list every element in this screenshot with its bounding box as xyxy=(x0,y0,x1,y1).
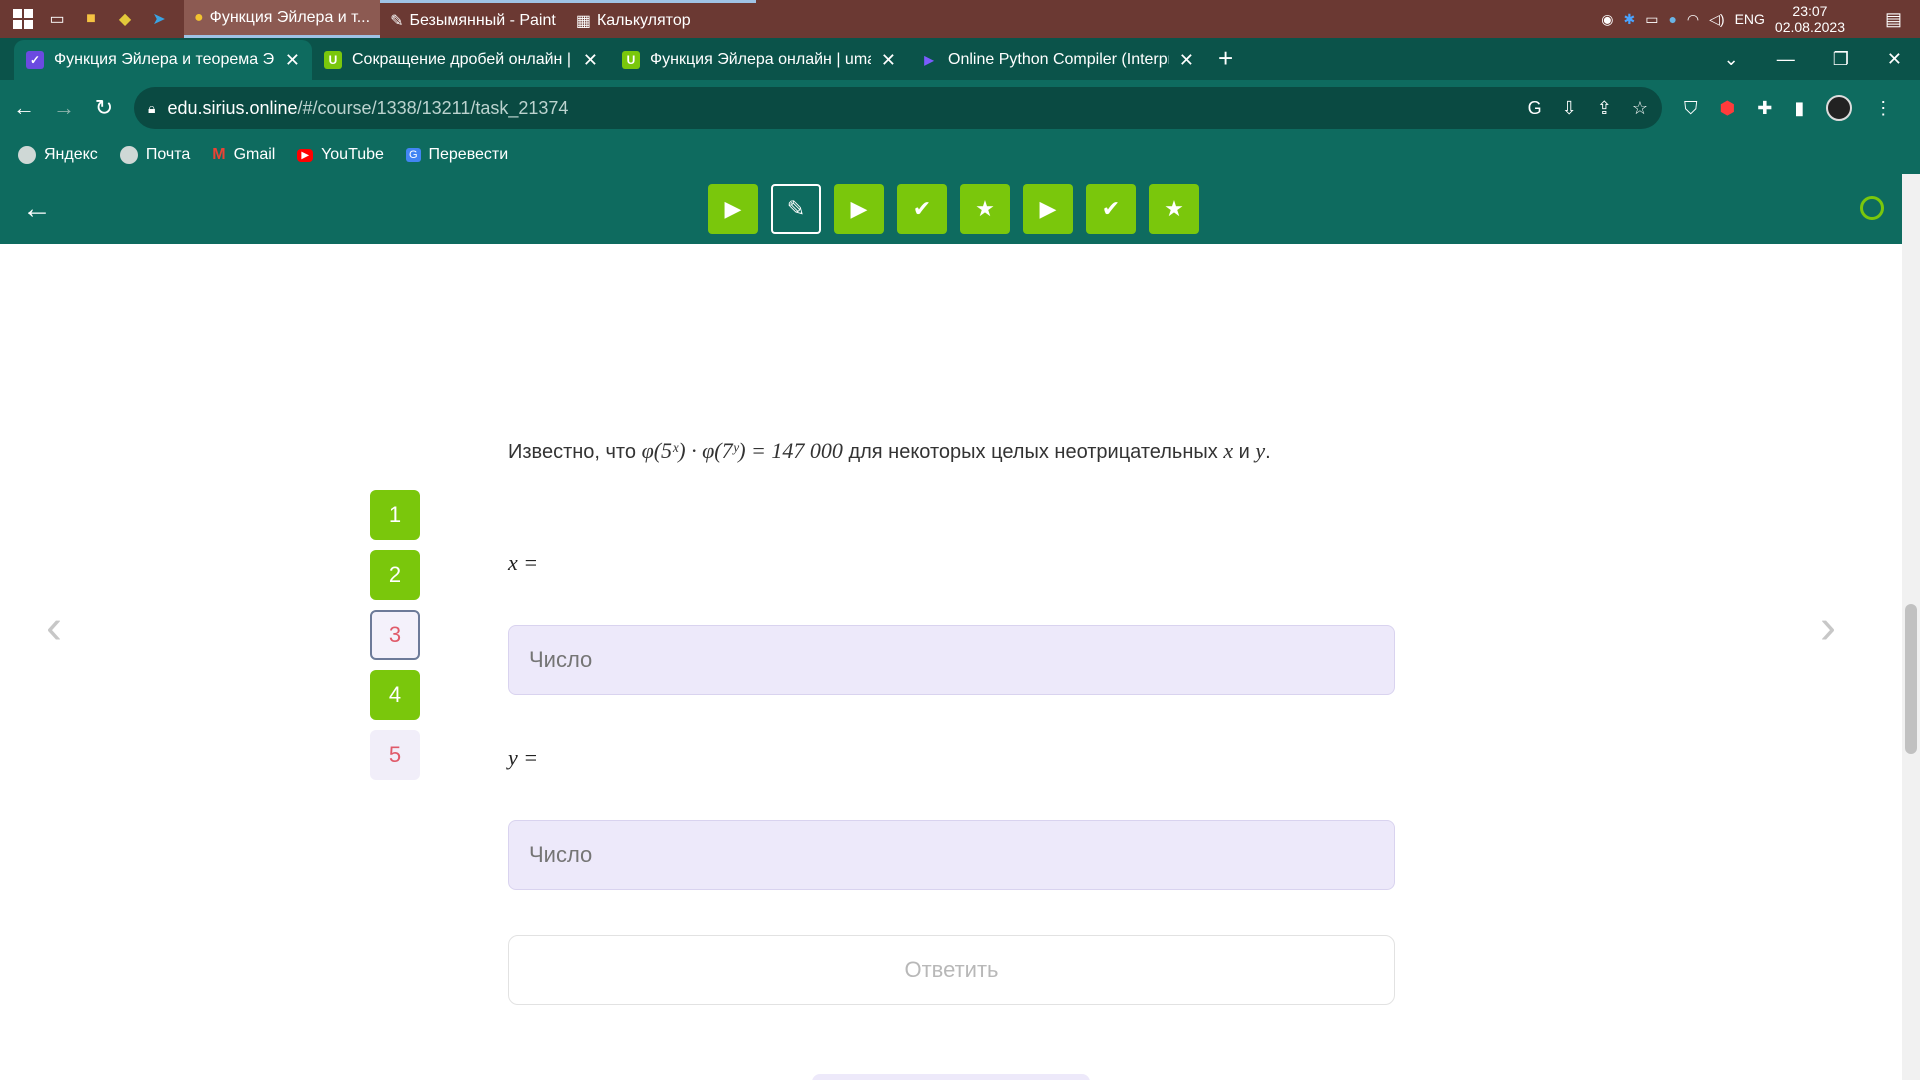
bookmark-gmail[interactable]: M Gmail xyxy=(212,146,275,164)
back-icon[interactable]: ← xyxy=(8,95,40,121)
window-controls: ⌄ — ❐ ✕ xyxy=(1724,49,1920,70)
paint-icon: ✎ xyxy=(390,12,404,30)
step-play-icon[interactable]: ▶ xyxy=(708,184,758,234)
tab-search-icon[interactable]: ⌄ xyxy=(1724,49,1739,70)
tab-euler-theorem[interactable]: ✓ Функция Эйлера и теорема Эйл ✕ xyxy=(14,40,312,80)
sidepanel-icon[interactable]: ▮ xyxy=(1794,98,1804,119)
x-answer-input[interactable] xyxy=(508,625,1395,695)
volume-icon[interactable]: ◁) xyxy=(1709,11,1724,28)
language-indicator[interactable]: ENG xyxy=(1735,11,1765,27)
clock[interactable]: 23:07 02.08.2023 xyxy=(1775,3,1845,35)
close-icon[interactable]: ✕ xyxy=(1179,50,1194,71)
umath-icon: U xyxy=(622,51,640,69)
taskbar-app-chrome[interactable]: ● Функция Эйлера и т... xyxy=(184,0,381,38)
vpn-icon[interactable]: ● xyxy=(1668,11,1676,27)
browser-toolbar: ← → ↻ 🔒︎ edu.sirius.online/#/course/1338… xyxy=(0,80,1920,136)
step-check-icon[interactable]: ✔ xyxy=(1086,184,1136,234)
step-check-icon[interactable]: ✔ xyxy=(897,184,947,234)
task-view-icon[interactable]: ▭ xyxy=(46,8,68,30)
lock-icon: 🔒︎ xyxy=(148,99,156,116)
back-arrow-icon[interactable]: ← xyxy=(22,192,52,226)
shield-icon[interactable]: ⛉ xyxy=(1684,98,1698,119)
telegram-icon[interactable]: ➤ xyxy=(148,8,170,30)
system-tray: ◉ ✱ ▭ ● ◠ ◁) ENG 23:07 02.08.2023 ▤ xyxy=(1601,3,1920,35)
scrollbar[interactable] xyxy=(1902,174,1920,1080)
subtask-list: 1 2 3 4 5 xyxy=(370,490,420,780)
browser-tab-strip: ✓ Функция Эйлера и теорема Эйл ✕ U Сокра… xyxy=(0,38,1920,80)
windows-start-icon[interactable] xyxy=(12,8,34,30)
windows-taskbar: ▭ ■ ◆ ➤ ● Функция Эйлера и т... ✎ Безымя… xyxy=(0,0,1920,38)
subtask-4[interactable]: 4 xyxy=(370,670,420,720)
y-answer-input[interactable] xyxy=(508,820,1395,890)
tab-fraction-reduction[interactable]: U Сокращение дробей онлайн | u ✕ xyxy=(312,40,610,80)
new-tab-icon[interactable]: + xyxy=(1218,43,1233,74)
close-icon[interactable]: ✕ xyxy=(285,50,300,71)
extensions-icon[interactable]: ✚ xyxy=(1757,98,1772,119)
step-edit-icon[interactable]: ✎ xyxy=(771,184,821,234)
sirius-icon: ✓ xyxy=(26,51,44,69)
prev-task-icon[interactable]: ‹ xyxy=(46,600,62,655)
step-play-icon[interactable]: ▶ xyxy=(834,184,884,234)
globe-icon xyxy=(18,146,36,164)
bookmark-mail[interactable]: Почта xyxy=(119,146,190,164)
course-header: ← ▶ ✎ ▶ ✔ ★ ▶ ✔ ★ xyxy=(0,174,1902,244)
umath-icon: U xyxy=(324,51,342,69)
adblock-icon[interactable]: ⬢ xyxy=(1720,98,1736,119)
gmail-icon: M xyxy=(212,146,226,163)
chrome-icon: ● xyxy=(194,8,204,26)
task-statement: Известно, что φ(5ˣ) · φ(7ʸ) = 147 000 дл… xyxy=(508,438,1271,463)
scrollbar-thumb[interactable] xyxy=(1905,604,1917,754)
address-bar[interactable]: 🔒︎ edu.sirius.online/#/course/1338/13211… xyxy=(134,87,1662,129)
bookmark-translate[interactable]: G Перевести xyxy=(405,146,508,164)
profile-avatar[interactable] xyxy=(1826,95,1853,121)
pinned-app-icon[interactable]: ◆ xyxy=(114,8,136,30)
python-compiler-icon: ▶ xyxy=(924,53,934,67)
translate-icon: G xyxy=(405,148,421,162)
submit-answer-button[interactable]: Ответить xyxy=(508,935,1395,1005)
calculator-icon: ▦ xyxy=(575,12,591,30)
camera-icon[interactable]: ◉ xyxy=(1601,11,1613,28)
bookmarks-bar: Яндекс Почта M Gmail ▶ YouTube G Перевести xyxy=(0,136,1920,174)
google-icon[interactable]: G xyxy=(1528,98,1542,119)
menu-icon[interactable]: ⋮ xyxy=(1874,98,1892,119)
install-icon[interactable]: ⇩ xyxy=(1562,98,1577,119)
next-task-icon[interactable]: › xyxy=(1820,600,1836,655)
close-icon[interactable]: ✕ xyxy=(881,50,896,71)
y-label: y = xyxy=(508,745,539,770)
minimize-icon[interactable]: — xyxy=(1777,49,1795,70)
taskbar-app-paint[interactable]: ✎ Безымянный - Paint xyxy=(380,0,566,38)
loading-icon xyxy=(1860,196,1884,220)
subtask-1[interactable]: 1 xyxy=(370,490,420,540)
forward-icon[interactable]: → xyxy=(48,95,80,121)
tab-euler-online[interactable]: U Функция Эйлера онлайн | umatl ✕ xyxy=(610,40,908,80)
next-block xyxy=(812,1074,1090,1080)
subtask-2[interactable]: 2 xyxy=(370,550,420,600)
bookmark-yandex[interactable]: Яндекс xyxy=(18,146,98,164)
share-icon[interactable]: ⇪ xyxy=(1597,98,1612,119)
subtask-3[interactable]: 3 xyxy=(370,610,420,660)
restore-icon[interactable]: ❐ xyxy=(1833,49,1849,70)
progress-steps: ▶ ✎ ▶ ✔ ★ ▶ ✔ ★ xyxy=(708,184,1199,234)
step-play-icon[interactable]: ▶ xyxy=(1023,184,1073,234)
notifications-icon[interactable]: ▤ xyxy=(1885,9,1902,30)
globe-icon xyxy=(119,146,138,164)
youtube-icon: ▶ xyxy=(297,148,314,162)
reload-icon[interactable]: ↻ xyxy=(88,95,120,121)
tab-python-compiler[interactable]: ▶ Online Python Compiler (Interpre ✕ xyxy=(908,40,1206,80)
x-label: x = xyxy=(508,550,539,575)
taskbar-app-calculator[interactable]: ▦ Калькулятор xyxy=(565,0,756,38)
battery-icon[interactable]: ▭ xyxy=(1645,11,1658,28)
wifi-icon[interactable]: ◠ xyxy=(1687,11,1699,28)
subtask-5[interactable]: 5 xyxy=(370,730,420,780)
bookmark-star-icon[interactable]: ☆ xyxy=(1632,98,1648,119)
close-window-icon[interactable]: ✕ xyxy=(1887,49,1902,70)
step-star-icon[interactable]: ★ xyxy=(960,184,1010,234)
bookmark-youtube[interactable]: ▶ YouTube xyxy=(297,146,384,164)
close-icon[interactable]: ✕ xyxy=(583,50,598,71)
file-explorer-icon[interactable]: ■ xyxy=(80,8,102,30)
bluetooth-icon[interactable]: ✱ xyxy=(1623,11,1635,28)
step-star-icon[interactable]: ★ xyxy=(1149,184,1199,234)
